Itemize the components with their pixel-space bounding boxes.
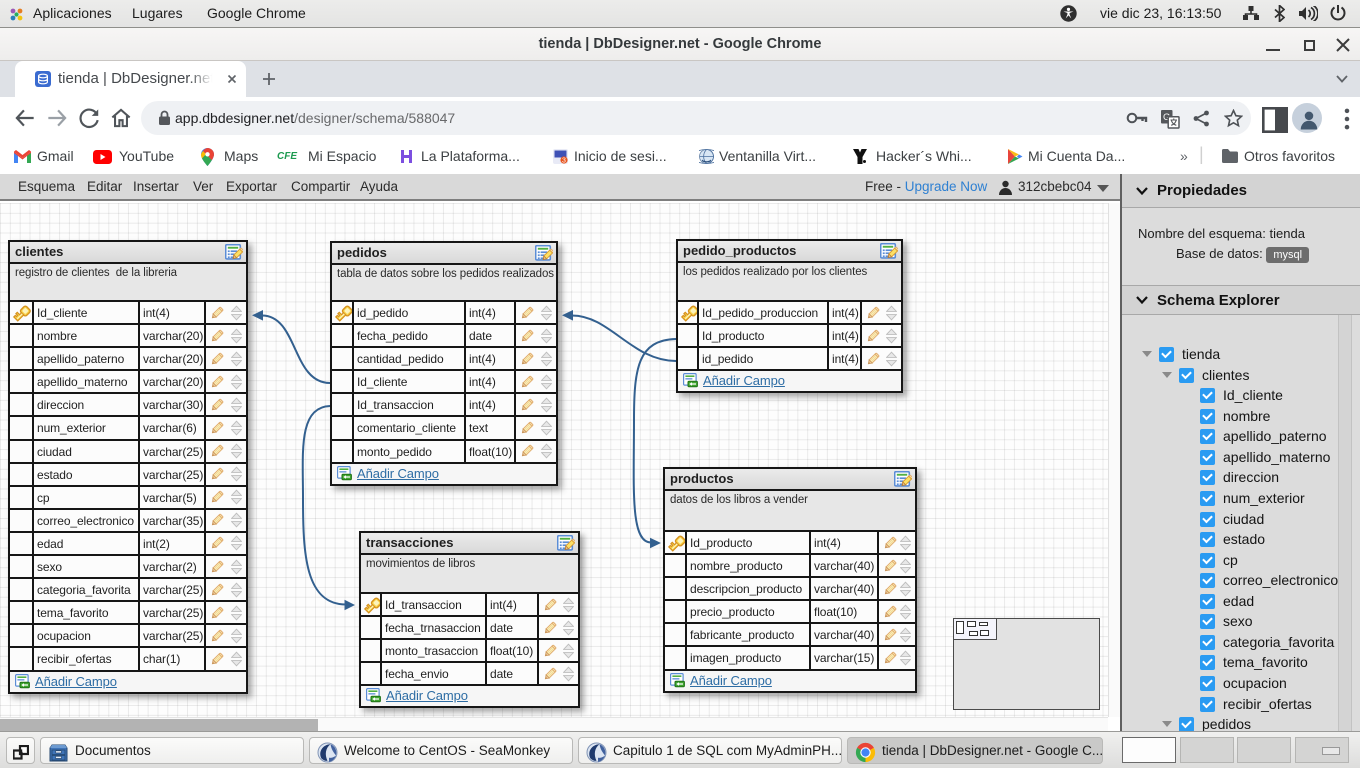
- svg-text:3: 3: [562, 158, 566, 164]
